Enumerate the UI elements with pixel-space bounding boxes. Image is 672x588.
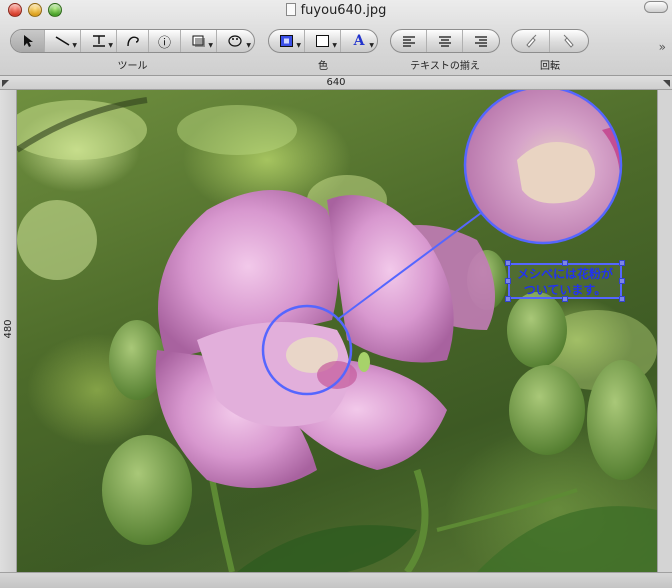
document-icon [285,3,296,16]
rotate-right-button[interactable] [550,30,588,52]
align-right-button[interactable] [463,30,499,52]
align-center-button[interactable] [427,30,463,52]
align-left-button[interactable] [391,30,427,52]
dropdown-icon: ▼ [72,42,77,49]
align-left-icon [402,36,415,47]
info-tool[interactable]: ⓘ [149,30,181,52]
horizontal-ruler: 640 [0,76,672,90]
pointer-tool[interactable] [11,30,45,52]
resize-handle[interactable] [562,260,568,266]
image-canvas[interactable]: メシベには花粉が ついています。 [17,90,657,572]
bottom-gutter [0,572,672,588]
text-tool[interactable]: ▼ [81,30,117,52]
rotate-group-label: 回転 [540,61,560,72]
resize-handle[interactable] [619,296,625,302]
corner-marker-icon [2,80,9,87]
line-tool[interactable]: ▼ [45,30,81,52]
image-width-label: 640 [326,77,346,88]
resize-handle[interactable] [505,296,511,302]
tools-group: ▼ ▼ ⓘ ▼ ▼ [10,29,255,53]
right-gutter [657,90,672,572]
rotate-right-icon [563,34,574,48]
dropdown-icon: ▼ [208,42,213,49]
resize-handle[interactable] [619,278,625,284]
toolbar-overflow-icon[interactable]: » [659,40,666,54]
fill-color-button[interactable]: ▼ [269,30,305,52]
lasso-tool[interactable] [117,30,149,52]
text-color-icon: A [353,33,365,49]
stroke-color-icon [315,35,329,47]
image-height-label: 480 [3,319,14,339]
line-icon [55,36,69,46]
fill-color-icon [279,35,293,47]
dropdown-icon: ▼ [296,42,301,49]
dropdown-icon: ▼ [332,42,337,49]
color-group: ▼ ▼ A ▼ [268,29,378,53]
annotation-line-1: メシベには花粉が [516,267,613,281]
align-center-icon [438,36,451,47]
flower-photo [17,90,657,572]
toolbar: fuyou640.jpg ▼ ▼ ⓘ ▼ ▼ ツール ▼ ▼ A ▼ 色 テキス… [0,0,672,76]
tools-group-label: ツール [117,61,148,72]
dropdown-icon: ▼ [369,42,374,49]
lasso-icon [126,36,139,47]
window-title: fuyou640.jpg [0,2,672,20]
shadow-icon [192,35,205,47]
rotate-left-button[interactable] [512,30,550,52]
info-icon: ⓘ [157,35,171,51]
alignment-group [390,29,500,53]
vertical-ruler: 480 [0,90,17,572]
toolbar-toggle-button[interactable] [644,1,668,13]
stroke-color-button[interactable]: ▼ [305,30,341,52]
alignment-group-label: テキストの揃え [410,61,480,72]
dropdown-icon: ▼ [108,42,113,49]
align-right-icon [475,36,487,47]
app-window: fuyou640.jpg ▼ ▼ ⓘ ▼ ▼ ツール ▼ ▼ A ▼ 色 テキス… [0,0,672,588]
resize-handle[interactable] [562,296,568,302]
palette-icon [227,35,242,47]
color-group-label: 色 [318,61,328,72]
dropdown-icon: ▼ [246,42,251,49]
arrow-pointer-icon [23,35,33,47]
text-frame-icon [92,35,105,47]
rotate-left-icon [525,34,536,48]
text-color-button[interactable]: A ▼ [341,30,377,52]
resize-handle[interactable] [619,260,625,266]
resize-handle[interactable] [505,260,511,266]
style-tool[interactable]: ▼ [217,30,254,52]
shadow-tool[interactable]: ▼ [181,30,217,52]
corner-marker-icon [663,80,670,87]
annotation-text-box[interactable]: メシベには花粉が ついています。 [508,263,622,299]
rotate-group [511,29,589,53]
resize-handle[interactable] [505,278,511,284]
